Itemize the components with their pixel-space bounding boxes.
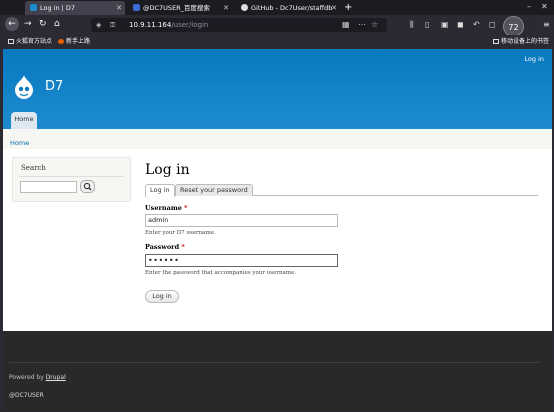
main-menu-home[interactable]: Home [11, 112, 37, 129]
minimize-icon[interactable]: – [527, 2, 531, 11]
extension-badge[interactable]: 72 [503, 16, 524, 37]
browser-tab-title: Log in | D7 [40, 4, 76, 12]
new-tab-icon[interactable]: + [344, 1, 352, 15]
bookmark-label: 移动设备上的书签 [501, 38, 550, 45]
bookmarks-bar: 火狐官方站点 新手上路 移动设备上的书签 [0, 35, 554, 49]
password-description: Enter the password that accompanies your… [145, 270, 297, 276]
url-bar[interactable]: ◈ ⚿ 10.9.11.164/user/login ▦ ⋯ ☆ [91, 18, 387, 32]
username-field[interactable]: admin [145, 214, 338, 227]
breadcrumb-home-link[interactable]: Home [10, 139, 29, 147]
undo-icon[interactable]: ↶ [473, 19, 480, 30]
browser-tab-title: GitHub - Dc7User/staffdb [251, 4, 333, 12]
extension-icon[interactable]: ◼ [457, 19, 464, 30]
back-arrow-icon[interactable]: ← [5, 17, 19, 31]
login-submit-button[interactable]: Log in [145, 290, 179, 303]
bookmark-label: 火狐官方站点 [16, 38, 53, 45]
password-label: Password * [145, 243, 185, 251]
bookmark-label: 新手上路 [66, 38, 91, 45]
close-tab-icon[interactable]: ✕ [331, 1, 337, 15]
search-icon [83, 182, 92, 191]
extension-icon[interactable]: ▣ [441, 19, 449, 30]
menu-icon[interactable]: ≡ [543, 19, 550, 30]
bookmark-item[interactable]: 移动设备上的书签 [493, 35, 549, 49]
page-actions-icon[interactable]: ⋯ [358, 18, 366, 32]
folder-icon [8, 39, 14, 44]
required-marker: * [181, 243, 185, 251]
github-favicon-icon [241, 4, 248, 11]
bookmark-star-icon[interactable]: ☆ [371, 18, 378, 32]
close-tab-icon[interactable]: ✕ [223, 1, 229, 15]
url-text: 10.9.11.164/user/login [129, 18, 208, 32]
close-tab-icon[interactable]: ✕ [116, 1, 122, 15]
reader-view-icon[interactable]: ▦ [342, 18, 350, 32]
insecure-lock-icon[interactable]: ⚿ [110, 19, 115, 31]
screenshot-icon[interactable]: ◻ [489, 19, 496, 30]
login-tabs: Log in Reset your password [145, 184, 538, 197]
url-host: 10.9.11.164 [129, 21, 172, 29]
divider [19, 176, 124, 177]
username-label: Username * [145, 204, 188, 212]
browser-toolbar: ← → ↻ ⌂ ◈ ⚿ 10.9.11.164/user/login ▦ ⋯ ☆… [0, 15, 554, 37]
firefox-icon [58, 39, 64, 44]
password-label-text: Password [145, 243, 180, 251]
bookmark-item[interactable]: 火狐官方站点 [8, 35, 52, 49]
browser-tab-github[interactable]: GitHub - Dc7User/staffdb ✕ [236, 1, 340, 15]
powered-by: Powered by Drupal [9, 374, 66, 381]
bookmark-item[interactable]: 新手上路 [58, 35, 90, 49]
divider [9, 362, 540, 363]
browser-tab-login[interactable]: Log in | D7 ✕ [25, 1, 125, 15]
shield-icon[interactable]: ◈ [96, 19, 101, 31]
tab-reset-password[interactable]: Reset your password [175, 184, 253, 196]
search-block: Search [12, 157, 131, 202]
library-icon[interactable]: ⫼ [410, 19, 414, 30]
web-page: Log in D7 Home Home Search Log in Log in… [3, 49, 552, 411]
secondary-login-link[interactable]: Log in [524, 55, 544, 63]
site-name[interactable]: D7 [45, 79, 63, 94]
page-title: Log in [145, 162, 190, 178]
close-window-icon[interactable]: ✕ [541, 2, 548, 11]
tab-log-in[interactable]: Log in [145, 184, 175, 197]
drupal-link[interactable]: Drupal [46, 374, 66, 381]
baidu-favicon-icon [133, 4, 140, 11]
browser-tab-title: @DC7USER_百度搜索 [143, 4, 210, 12]
reload-icon[interactable]: ↻ [39, 19, 47, 30]
username-label-text: Username [145, 204, 182, 212]
site-footer: Powered by Drupal @DC7USER [3, 331, 552, 411]
powered-by-text: Powered by [9, 374, 46, 381]
footer-id-text: @DC7USER [9, 392, 44, 399]
search-input[interactable] [20, 181, 77, 193]
forward-arrow-icon[interactable]: → [24, 19, 32, 30]
search-button[interactable] [80, 180, 95, 193]
site-header: Log in D7 Home [3, 49, 552, 129]
search-block-title: Search [21, 164, 46, 172]
password-field[interactable]: •••••• [145, 254, 338, 267]
username-description: Enter your D7 username. [145, 230, 216, 236]
browser-tab-baidu[interactable]: @DC7USER_百度搜索 ✕ [128, 1, 232, 15]
drupal-logo-icon[interactable] [13, 74, 35, 100]
url-path: /user/login [171, 21, 209, 29]
required-marker: * [184, 204, 188, 212]
home-icon[interactable]: ⌂ [54, 19, 60, 30]
sidebar-icon[interactable]: ▯ [425, 19, 429, 30]
drupal-favicon-icon [30, 4, 37, 11]
browser-tab-strip: Log in | D7 ✕ @DC7USER_百度搜索 ✕ GitHub - D… [0, 0, 554, 15]
folder-icon [493, 39, 499, 44]
